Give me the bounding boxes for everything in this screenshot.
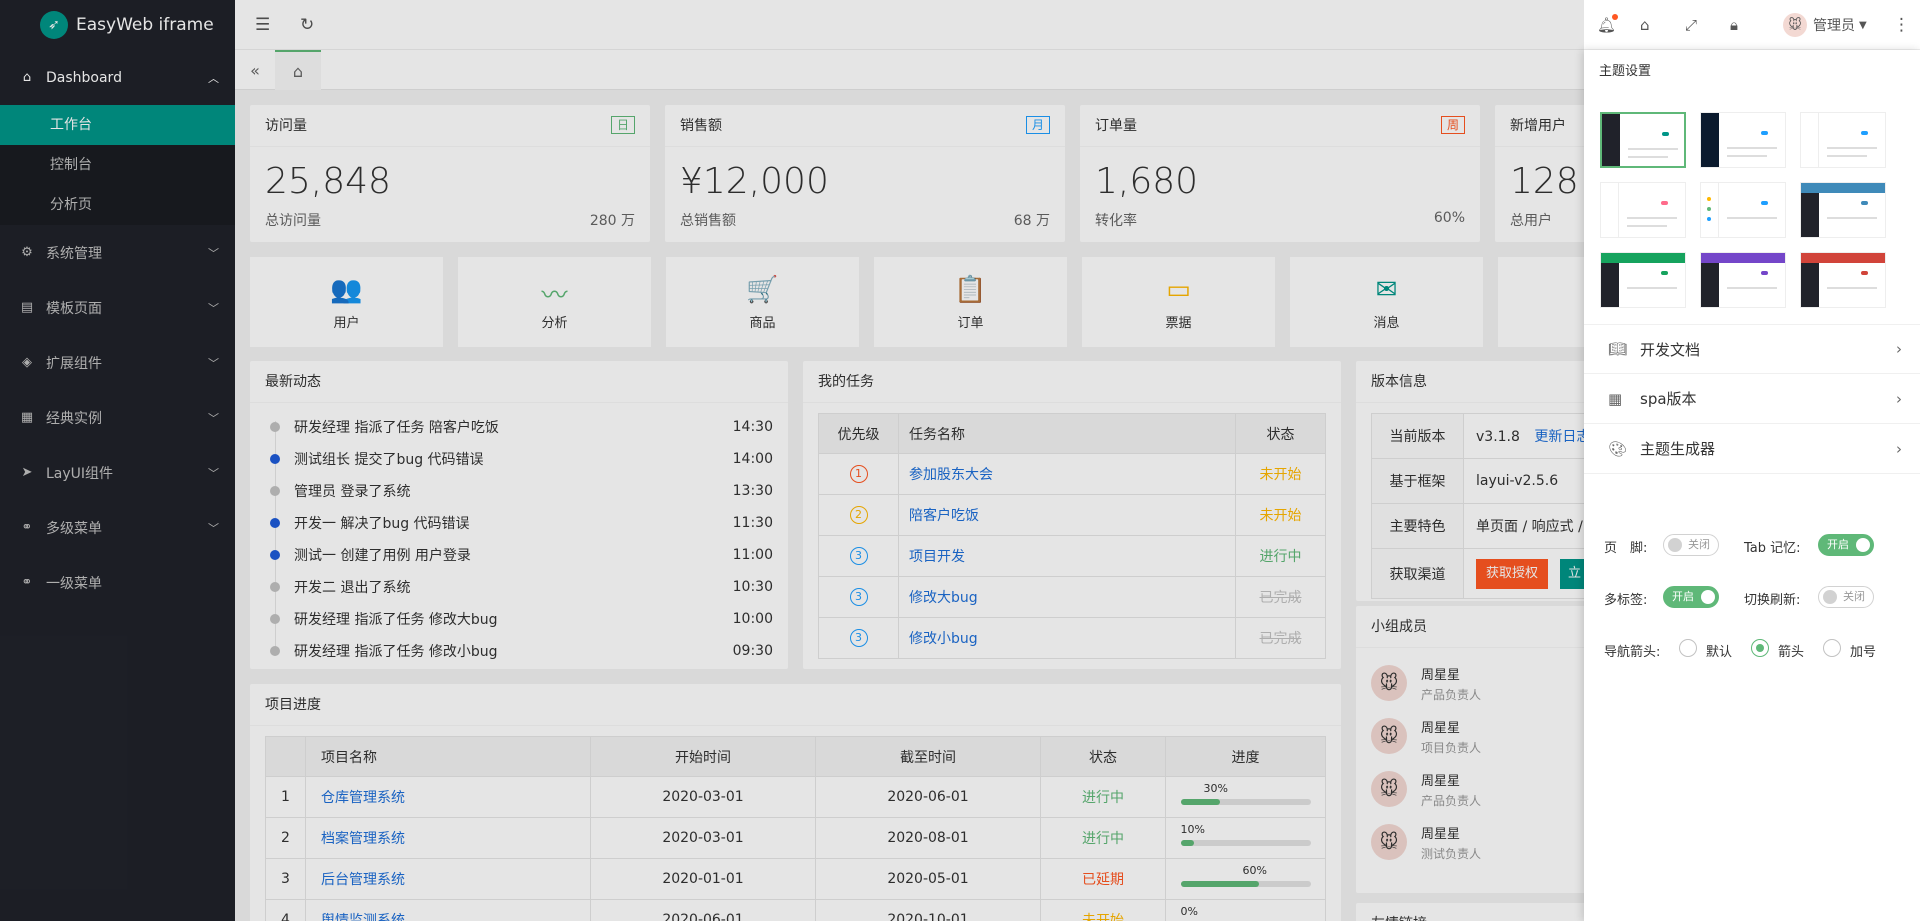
tag-icon[interactable]: ⌂ — [1640, 0, 1650, 50]
theme-swatch-2[interactable] — [1700, 112, 1786, 168]
theme-swatch-8[interactable] — [1700, 252, 1786, 308]
nav-arrow-label: 导航箭头: — [1604, 645, 1661, 660]
theme-swatch-1[interactable] — [1600, 112, 1686, 168]
nav-arrow-default-radio[interactable] — [1679, 639, 1697, 657]
theme-swatch-9[interactable] — [1800, 252, 1886, 308]
avatar: 🐭 — [1783, 13, 1807, 37]
caret-down-icon: ▼ — [1859, 19, 1867, 31]
footer-toggle[interactable]: 关闭 — [1663, 534, 1719, 556]
nav-arrow-arrow-radio[interactable] — [1751, 639, 1769, 657]
chevron-right-icon: › — [1896, 340, 1902, 358]
notification-dot — [1612, 14, 1618, 20]
multi-tab-toggle[interactable]: 开启 — [1663, 586, 1719, 608]
theme-swatch-3[interactable] — [1800, 112, 1886, 168]
bell-icon[interactable]: 🔔︎ — [1597, 0, 1616, 50]
theme-swatch-7[interactable] — [1600, 252, 1686, 308]
chevron-right-icon: › — [1896, 439, 1902, 458]
footer-label: 页 脚: — [1604, 541, 1648, 556]
theme-settings-panel: 主题设置 📖︎ 开发文档 › ▦ spa版本 › 🎨︎ 主题生成器 › 页 脚: 关闭 Ta… — [1584, 50, 1920, 921]
theme-swatch-6[interactable] — [1800, 182, 1886, 238]
switch-refresh-toggle[interactable]: 关闭 — [1818, 586, 1874, 608]
user-menu[interactable]: 🐭 管理员 ▼ — [1783, 0, 1867, 50]
book-icon: 📖︎ — [1608, 340, 1628, 358]
tab-memory-toggle[interactable]: 开启 — [1818, 534, 1874, 556]
modal-overlay[interactable] — [0, 0, 1584, 921]
multi-tab-label: 多标签: — [1604, 593, 1648, 608]
more-icon[interactable]: ⋮ — [1893, 0, 1910, 50]
link-spa-version[interactable]: ▦ spa版本 › — [1584, 374, 1920, 424]
theme-swatch-5[interactable] — [1700, 182, 1786, 238]
palette-icon: 🎨︎ — [1608, 439, 1628, 458]
calendar-icon: ▦ — [1608, 389, 1623, 408]
link-theme-generator[interactable]: 🎨︎ 主题生成器 › — [1584, 424, 1920, 474]
switch-refresh-label: 切换刷新: — [1744, 593, 1801, 608]
tab-memory-label: Tab 记忆: — [1744, 541, 1801, 556]
lock-icon[interactable]: 🔒︎ — [1730, 0, 1738, 50]
panel-title: 主题设置 — [1599, 64, 1652, 79]
chevron-right-icon: › — [1896, 389, 1902, 408]
user-name: 管理员 — [1813, 18, 1855, 34]
theme-swatch-4[interactable] — [1600, 182, 1686, 238]
fullscreen-icon[interactable]: ⤢ — [1685, 0, 1697, 50]
nav-arrow-plus-radio[interactable] — [1823, 639, 1841, 657]
link-dev-docs[interactable]: 📖︎ 开发文档 › — [1584, 324, 1920, 374]
